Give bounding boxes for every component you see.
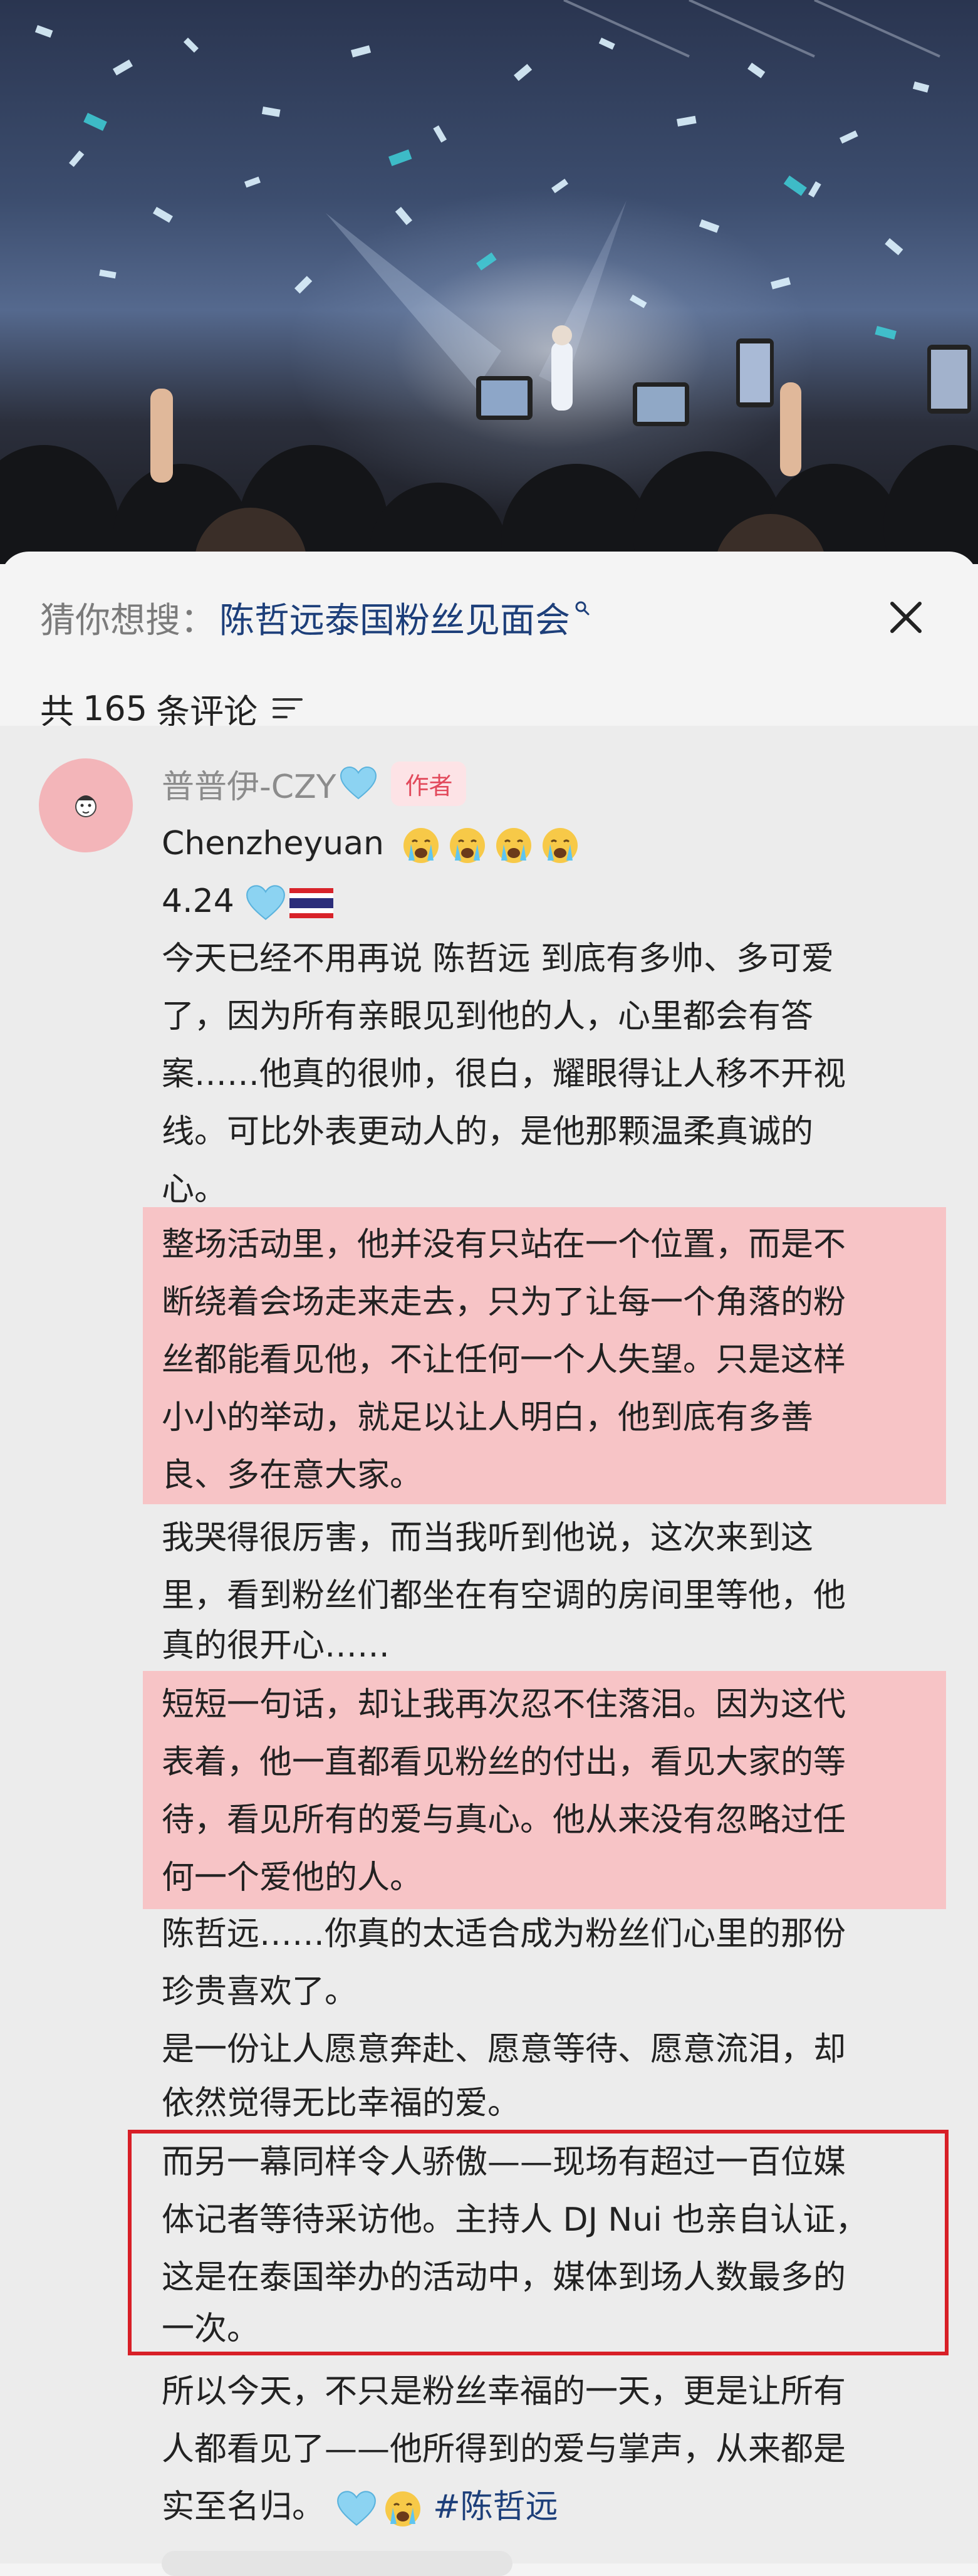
suggested-search-prefix: 猜你想搜： [40, 600, 216, 641]
date-emojis [244, 883, 334, 923]
comment-line: 而另一幕同样令人骄傲——现场有超过一百位媒 [162, 2144, 846, 2181]
crying-face-icon [385, 2491, 420, 2526]
end-emojis [335, 2489, 423, 2529]
comment-date-text: 4.24 [162, 882, 234, 920]
comment-line: 丝都能看见他，不让任何一个人失望。只是这样 [162, 1341, 846, 1379]
comment-line: 依然觉得无比幸福的爱。 [162, 2085, 521, 2122]
crying-face-icon [496, 828, 531, 863]
comment-line: 这是在泰国举办的活动中，媒体到场人数最多的 [162, 2259, 846, 2296]
username[interactable]: 普普伊-CZY [162, 760, 336, 807]
hashtag-link[interactable]: #陈哲远 [433, 2488, 558, 2526]
comment-date-line: 4.24 [162, 872, 334, 930]
comment-line: 所以今天，不只是粉丝幸福的一天，更是让所有 [162, 2373, 846, 2411]
comment-line: 小小的举动，就足以让人明白，他到底有多善 [162, 1399, 814, 1437]
comment-line: 体记者等待采访他。主持人 DJ Nui 也亲自认证， [162, 2201, 868, 2239]
close-button[interactable] [878, 589, 934, 646]
comment-line: 案……他真的很帅，很白，耀眼得让人移不开视 [162, 1055, 846, 1093]
comment-line: 了，因为所有亲眼见到他的人，心里都会有答 [162, 998, 814, 1035]
comment-line: 今天已经不用再说 陈哲远 到底有多帅、多可爱 [162, 940, 835, 978]
crying-face-icon [403, 828, 439, 863]
comment-line: 里，看到粉丝们都坐在有空调的房间里等他，他 [162, 1577, 846, 1615]
suggested-search[interactable]: 猜你想搜： 陈哲远泰国粉丝见面会 [40, 589, 590, 646]
comment-line: 是一份让人愿意奔赴、愿意等待、愿意流泪，却 [162, 2031, 846, 2068]
comment-line: 陈哲远……你真的太适合成为粉丝们心里的那份 [162, 1915, 846, 1953]
comment-line: 表着，他一直都看见粉丝的付出，看见大家的等 [162, 1744, 846, 1781]
avatar[interactable] [39, 758, 133, 852]
comment-line: 珍贵喜欢了。 [162, 1973, 358, 2011]
comment-line: 心。 [162, 1171, 227, 1208]
avatar-face-icon [75, 795, 96, 817]
comment-line: 短短一句话，却让我再次忍不住落泪。因为这代 [162, 1686, 846, 1724]
comment-name-line: Chenzheyuan [162, 815, 580, 872]
comment-line-last: 实至名归。 #陈哲远 [162, 2478, 558, 2536]
comment-line: 人都看见了——他所得到的爱与掌声，从来都是 [162, 2431, 846, 2468]
concert-photo [0, 0, 978, 564]
close-icon [890, 602, 922, 633]
comment-line: 一次。 [162, 2310, 260, 2348]
crying-emojis [395, 825, 580, 866]
thailand-flag-icon [289, 888, 334, 918]
comment-line: 真的很开心…… [162, 1627, 390, 1665]
blue-heart-icon [246, 885, 286, 920]
search-icon [575, 601, 590, 615]
comment-line: 何一个爱他的人。 [162, 1859, 423, 1897]
comment-line: 良、多在意大家。 [162, 1457, 423, 1494]
suggested-search-term[interactable]: 陈哲远泰国粉丝见面会 [219, 592, 570, 643]
author-badge: 作者 [391, 761, 467, 806]
comments-count-number: 165 [83, 688, 148, 728]
reply-input-placeholder[interactable] [162, 2551, 512, 2576]
comment-last-text: 实至名归。 [162, 2488, 325, 2526]
blue-heart-icon [340, 766, 377, 800]
comment-line: 我哭得很厉害，而当我听到他说，这次来到这 [162, 1519, 814, 1557]
sort-filter-icon[interactable] [271, 696, 304, 721]
comment-line: 断绕着会场走来走去，只为了让每一个角落的粉 [162, 1284, 846, 1321]
blue-heart-icon [336, 2491, 376, 2526]
crying-face-icon [542, 828, 578, 863]
comment-user-row: 普普伊-CZY 作者 [162, 758, 467, 809]
comment-name-text: Chenzheyuan [162, 825, 385, 862]
comment-line: 线。可比外表更动人的，是他那颗温柔真诚的 [162, 1113, 814, 1151]
comment-line: 整场活动里，他并没有只站在一个位置，而是不 [162, 1226, 846, 1264]
comment-line: 待，看见所有的爱与真心。他从来没有忽略过任 [162, 1801, 846, 1839]
crying-face-icon [449, 828, 485, 863]
